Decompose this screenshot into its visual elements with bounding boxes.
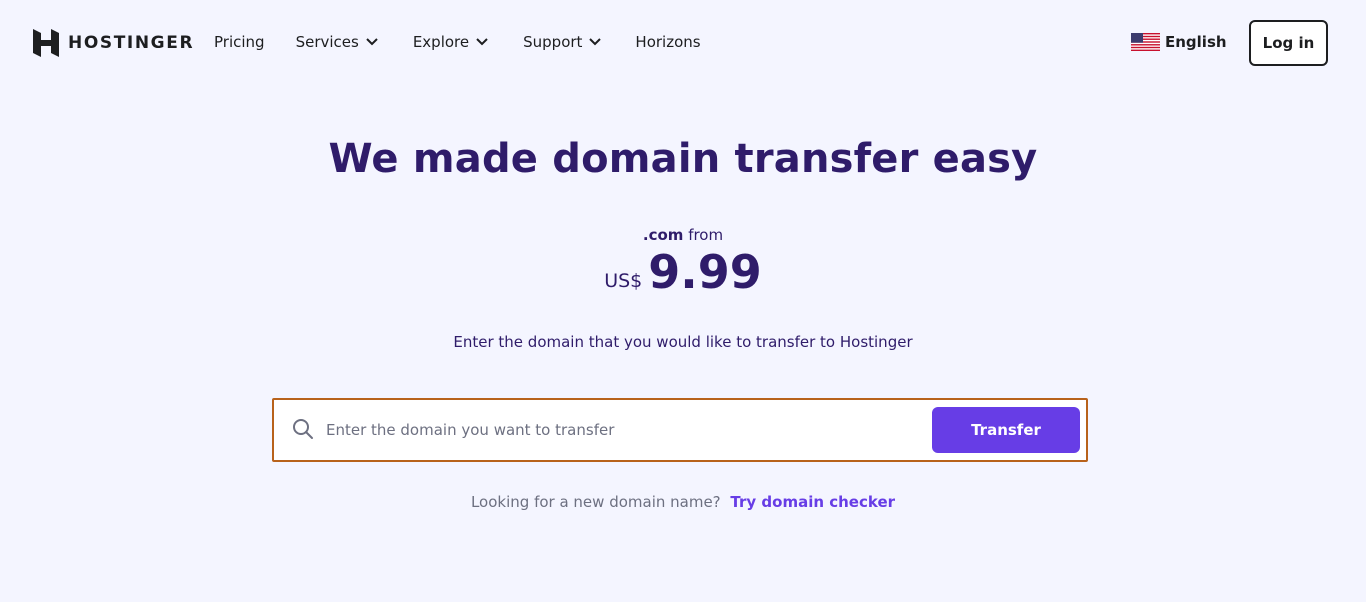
domain-checker-link[interactable]: Try domain checker — [730, 493, 895, 511]
nav-item-support[interactable]: Support — [523, 33, 602, 51]
search-icon — [293, 419, 313, 439]
top-navigation-bar: HOSTINGER Pricing Services Explore Suppo… — [0, 0, 1366, 86]
nav-item-label: Explore — [412, 33, 470, 51]
hostinger-h-logo-icon — [33, 29, 59, 57]
brand-name: HOSTINGER — [68, 33, 195, 53]
helper-text: Looking for a new domain name? — [470, 493, 721, 511]
nav-item-services[interactable]: Services — [296, 33, 379, 51]
nav-item-explore[interactable]: Explore — [413, 33, 489, 51]
price-currency: US$ — [604, 270, 643, 292]
transfer-instruction: Enter the domain that you would like to … — [453, 333, 913, 351]
us-flag-icon — [1131, 33, 1160, 51]
login-button[interactable]: Log in — [1249, 20, 1328, 66]
transfer-button[interactable]: Transfer — [932, 407, 1080, 453]
chevron-down-icon — [476, 38, 488, 46]
domain-checker-helper: Looking for a new domain name? Try domai… — [0, 493, 1366, 511]
nav-item-label: Pricing — [214, 33, 265, 51]
chevron-down-icon — [366, 38, 378, 46]
page: HOSTINGER Pricing Services Explore Suppo… — [0, 0, 1366, 602]
login-label: Log in — [1262, 34, 1315, 52]
main-nav: Pricing Services Explore Support Horizon… — [214, 33, 701, 51]
domain-search-input[interactable] — [326, 412, 922, 448]
nav-item-horizons[interactable]: Horizons — [635, 33, 700, 51]
chevron-down-icon — [589, 38, 602, 46]
language-selector[interactable]: English — [1131, 33, 1227, 51]
price-from-line: .com from — [0, 226, 1366, 244]
transfer-button-label: Transfer — [971, 421, 1041, 439]
nav-item-pricing[interactable]: Pricing — [214, 33, 265, 51]
nav-item-label: Horizons — [635, 33, 701, 51]
price-amount: 9.99 — [648, 245, 762, 299]
language-label: English — [1165, 33, 1227, 51]
tld-label: .com — [642, 226, 684, 244]
nav-item-label: Services — [295, 33, 359, 51]
page-title: We made domain transfer easy — [328, 136, 1038, 182]
price-display: US$ 9.99 — [0, 244, 1366, 300]
from-label: from — [688, 226, 724, 244]
hostinger-logo[interactable]: HOSTINGER — [33, 29, 194, 57]
nav-item-label: Support — [523, 33, 583, 51]
